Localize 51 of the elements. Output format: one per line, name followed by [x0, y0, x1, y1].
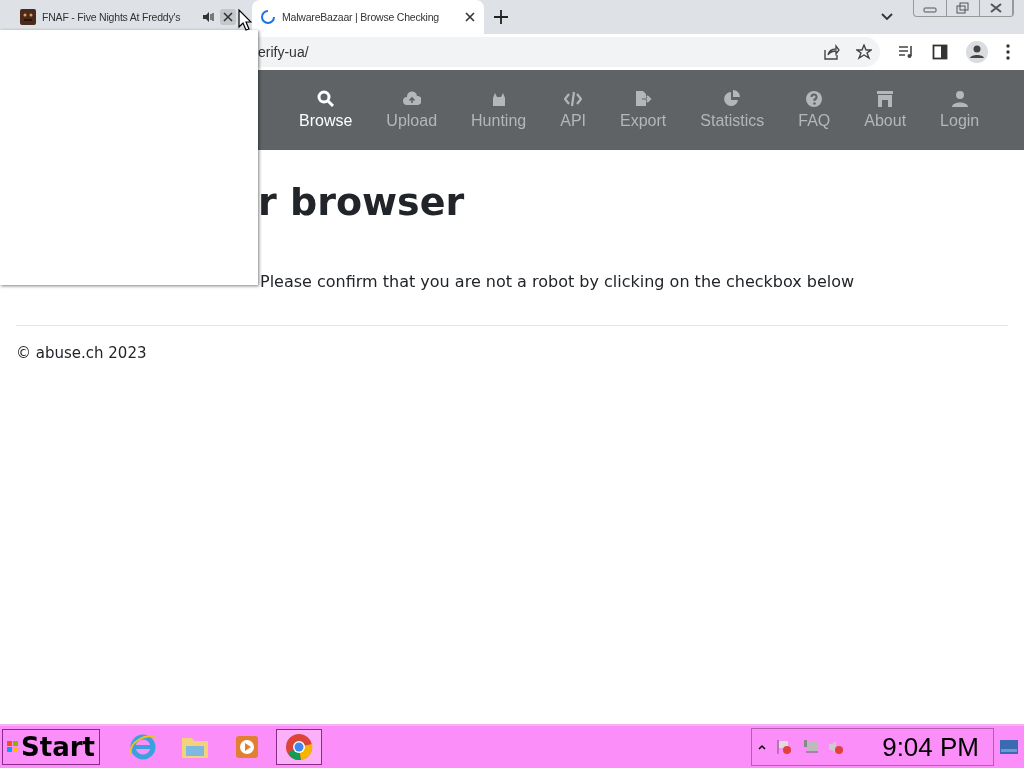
speaker-icon [202, 11, 214, 23]
chrome-icon [283, 732, 314, 762]
close-icon[interactable] [464, 11, 476, 23]
close-icon[interactable] [988, 2, 1004, 14]
more-menu-icon[interactable] [1006, 44, 1010, 60]
flag-error-icon[interactable] [776, 739, 793, 755]
search-icon [316, 90, 335, 108]
nav-link[interactable]: FAQ [781, 90, 848, 130]
url-text: erify-ua/ [258, 44, 309, 60]
nav-link[interactable]: Login [923, 90, 997, 130]
internet-explorer-icon [127, 732, 158, 762]
question-icon [805, 90, 824, 108]
close-icon[interactable] [222, 11, 234, 23]
pie-chart-icon [723, 90, 742, 108]
nav-link[interactable]: API [543, 90, 603, 130]
loading-spinner-icon [260, 9, 276, 25]
profile-avatar-icon[interactable] [966, 41, 988, 63]
restore-icon[interactable] [955, 2, 971, 14]
media-queue-icon[interactable] [898, 44, 914, 60]
user-icon [950, 90, 969, 108]
windows-logo-icon [7, 741, 19, 753]
building-icon [876, 90, 895, 108]
nav-link[interactable]: Export [603, 90, 684, 130]
star-icon[interactable] [856, 44, 872, 60]
favicon-icon [20, 9, 36, 25]
taskbar-app-button[interactable] [275, 729, 322, 765]
nav-link[interactable]: About [847, 90, 924, 130]
chevron-up-icon[interactable] [758, 743, 767, 751]
tab-title: FNAF - Five Nights At Freddy's [42, 11, 182, 23]
speaker-muted-icon[interactable] [828, 739, 845, 755]
share-icon[interactable] [824, 44, 840, 60]
file-export-icon [634, 90, 653, 108]
code-icon [564, 90, 583, 108]
browser-tab[interactable]: MalwareBazaar | Browse Checking [252, 0, 484, 34]
side-panel-icon[interactable] [932, 44, 948, 60]
nav-link[interactable]: Hunting [454, 90, 544, 130]
page-heading: r browser [258, 180, 466, 224]
nav-link[interactable]: Browse [282, 90, 370, 130]
mouse-cursor-icon [238, 9, 252, 31]
start-button[interactable]: Start [2, 729, 100, 765]
browser-tab[interactable]: FNAF - Five Nights At Freddy's [12, 0, 244, 34]
new-tab-icon[interactable] [494, 10, 508, 24]
message-text: Please confirm that you are not a robot by clicking on the checkbox below [260, 272, 856, 291]
chevron-down-icon[interactable] [881, 13, 893, 21]
footer-text: © abuse.ch 2023 [16, 344, 148, 362]
clock-text: 9:04 PM [882, 731, 979, 763]
address-bar[interactable]: erify-ua/ [258, 37, 880, 67]
tab-title: MalwareBazaar | Browse Checking [282, 11, 440, 23]
nav-link[interactable]: Statistics [683, 90, 782, 130]
nav-link[interactable]: Upload [369, 90, 455, 130]
cloud-upload-icon [402, 90, 421, 108]
